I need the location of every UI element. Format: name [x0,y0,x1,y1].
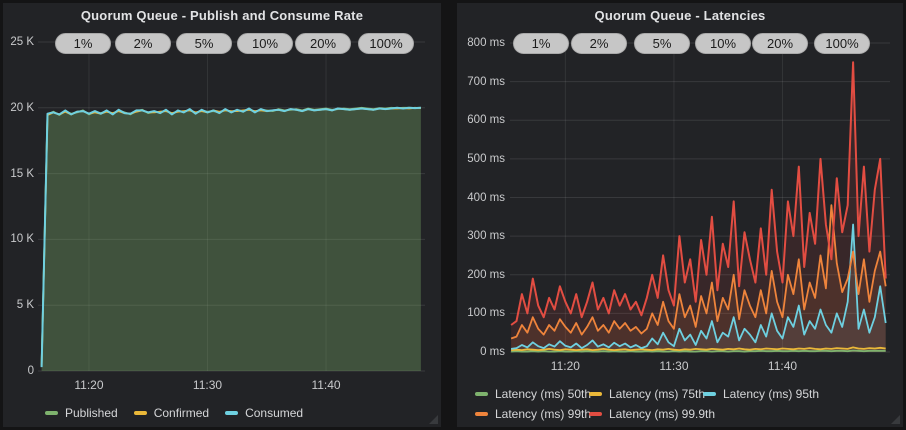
legend-item-Latency (ms) 95th[interactable]: Latency (ms) 95th [703,387,817,401]
y-tick-label: 400 ms [457,192,505,204]
x-tick-label: 11:30 [193,379,222,391]
y-tick-label: 0 [3,365,34,377]
panel-latencies: Quorum Queue - Latencies 0 ms100 ms200 m… [457,3,903,427]
x-tick-label: 11:40 [311,379,340,391]
legend-color-swatch [225,411,238,415]
y-tick-label: 800 ms [457,37,505,49]
percent-badge-10%[interactable]: 10% [237,33,293,54]
legend-item-Consumed[interactable]: Consumed [225,406,303,420]
percent-badge-10%[interactable]: 10% [695,33,751,54]
legend-color-swatch [703,392,716,396]
legend-item-Latency (ms) 99.9th[interactable]: Latency (ms) 99.9th [589,407,703,421]
legend-color-swatch [475,392,488,396]
x-tick-label: 11:40 [768,360,797,372]
legend-item-Published[interactable]: Published [45,406,118,420]
chart-plot-area[interactable] [3,3,441,427]
legend-row: Latency (ms) 99thLatency (ms) 99.9th [475,404,817,424]
legend-label: Consumed [245,406,303,420]
legend-label: Latency (ms) 99th [495,407,591,421]
legend-item-Latency (ms) 50th[interactable]: Latency (ms) 50th [475,387,589,401]
legend-color-swatch [475,412,488,416]
legend-label: Published [65,406,118,420]
percent-badge-20%[interactable]: 20% [752,33,808,54]
percent-badge-5%[interactable]: 5% [634,33,690,54]
x-tick-label: 11:30 [659,360,688,372]
y-tick-label: 200 ms [457,269,505,281]
panel-publish-consume-rate: Quorum Queue - Publish and Consume Rate … [3,3,441,427]
percent-badge-1%[interactable]: 1% [55,33,111,54]
legend-color-swatch [589,392,602,396]
y-tick-label: 500 ms [457,153,505,165]
percent-badge-1%[interactable]: 1% [513,33,569,54]
y-tick-label: 25 K [3,36,34,48]
legend-item-Latency (ms) 75th[interactable]: Latency (ms) 75th [589,387,703,401]
legend-item-Confirmed[interactable]: Confirmed [134,406,209,420]
legend-color-swatch [134,411,147,415]
percent-badge-2%[interactable]: 2% [115,33,171,54]
x-tick-label: 11:20 [74,379,103,391]
percent-badge-20%[interactable]: 20% [295,33,351,54]
legend-color-swatch [589,412,602,416]
y-tick-label: 700 ms [457,76,505,88]
legend-label: Latency (ms) 95th [723,387,819,401]
y-tick-label: 300 ms [457,230,505,242]
percent-badge-100%[interactable]: 100% [358,33,414,54]
y-tick-label: 100 ms [457,307,505,319]
y-tick-label: 10 K [3,233,34,245]
percent-badge-100%[interactable]: 100% [814,33,870,54]
legend-row: Latency (ms) 50th Latency (ms) 75th Latenc… [475,384,817,404]
legend-label: Latency (ms) 99.9th [609,407,715,421]
y-tick-label: 5 K [3,299,34,311]
chart-legend: Published Confirmed Consumed [45,403,319,423]
legend-item-Latency (ms) 99th[interactable]: Latency (ms) 99th [475,407,589,421]
y-tick-label: 600 ms [457,114,505,126]
legend-label: Latency (ms) 50th [495,387,591,401]
y-tick-label: 0 ms [457,346,505,358]
y-tick-label: 15 K [3,168,34,180]
series-fill-Published [42,108,421,371]
y-tick-label: 20 K [3,102,34,114]
legend-color-swatch [45,411,58,415]
grafana-dashboard: { "x_unit_note": "x values are minutes a… [0,0,906,430]
legend-row: Published Confirmed Consumed [45,403,319,423]
x-tick-label: 11:20 [551,360,580,372]
legend-label: Confirmed [154,406,209,420]
percent-badge-5%[interactable]: 5% [176,33,232,54]
percent-badge-2%[interactable]: 2% [571,33,627,54]
legend-label: Latency (ms) 75th [609,387,705,401]
chart-legend: Latency (ms) 50th Latency (ms) 75th Latenc… [475,384,817,424]
